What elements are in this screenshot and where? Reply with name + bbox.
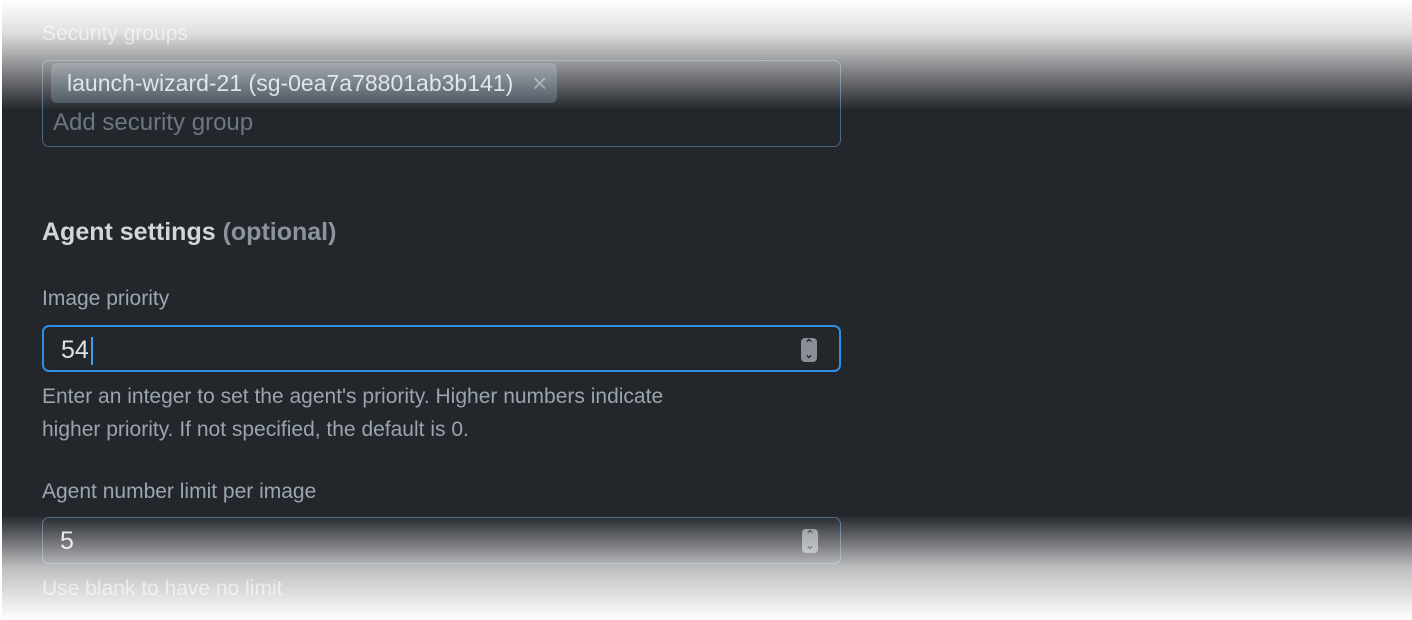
agent-limit-value: 5	[60, 527, 74, 555]
image-priority-value: 54	[61, 336, 93, 366]
chip-label: launch-wizard-21 (sg-0ea7a78801ab3b141)	[67, 70, 514, 96]
close-icon[interactable]: ×	[532, 63, 547, 103]
optional-text: (optional)	[222, 218, 337, 246]
image-priority-input[interactable]: 54 ⌃ ⌄	[42, 325, 841, 372]
stepper-icon[interactable]: ⌃ ⌄	[802, 529, 818, 553]
agent-limit-label: Agent number limit per image	[42, 480, 317, 503]
text-caret	[90, 337, 93, 366]
agent-limit-help: Use blank to have no limit	[42, 577, 283, 600]
image-priority-label: Image priority	[42, 287, 170, 310]
security-groups-input[interactable]: launch-wizard-21 (sg-0ea7a78801ab3b141) …	[42, 60, 841, 147]
section-heading: Agent settings (optional)	[42, 218, 336, 247]
security-groups-label: Security groups	[42, 22, 188, 45]
agent-limit-input[interactable]: 5 ⌃ ⌄	[42, 517, 841, 564]
security-group-chip: launch-wizard-21 (sg-0ea7a78801ab3b141) …	[51, 63, 558, 103]
add-security-group-placeholder[interactable]: Add security group	[53, 109, 253, 137]
form-panel: Security groups launch-wizard-21 (sg-0ea…	[2, 0, 1412, 620]
stepper-icon[interactable]: ⌃ ⌄	[801, 338, 817, 362]
image-priority-help: Enter an integer to set the agent's prio…	[42, 385, 664, 441]
heading-text: Agent settings	[42, 218, 216, 246]
